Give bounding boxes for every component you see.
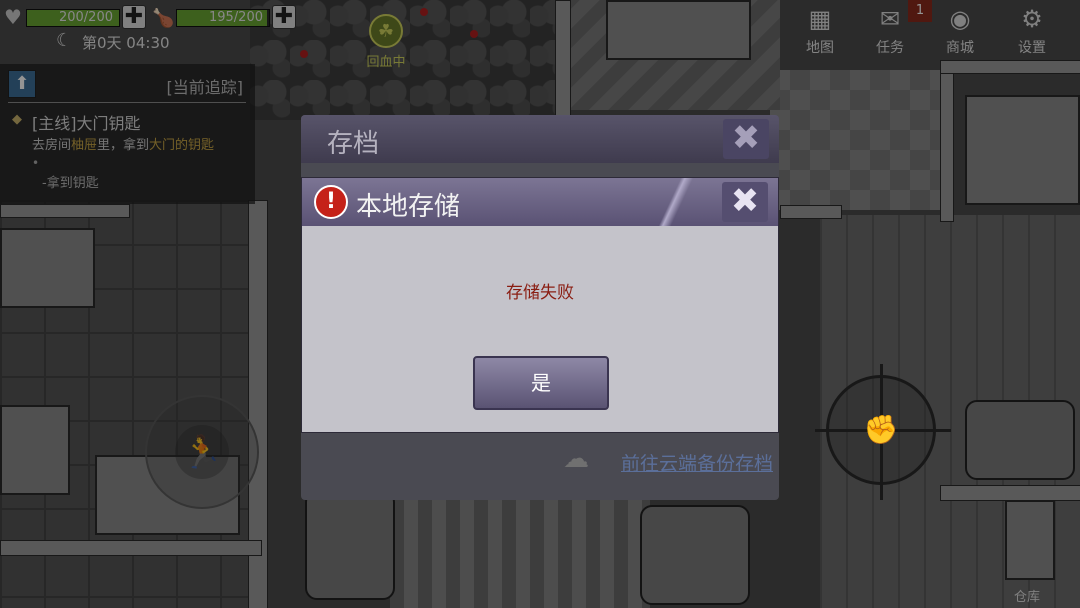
fist-icon: ✊ [863,413,899,446]
save-dialog-header: 存档 ✖ [301,115,779,163]
error-message: 存储失败 [506,283,574,303]
warning-icon: ! [314,185,348,219]
close-icon[interactable]: ✖ [723,119,769,159]
cloud-backup-text[interactable]: 前往云端备份存档 [621,449,773,476]
dialog-title: 本地存储 [356,192,461,222]
yes-button[interactable]: 是 [473,356,609,410]
close-icon[interactable]: ✖ [722,182,768,222]
cloud-upload-icon: ☁ [563,444,589,474]
local-storage-dialog: ! 本地存储 ✖ 存储失败 是 [301,177,779,433]
save-dialog-title: 存档 [327,129,380,159]
dialog-header: ! 本地存储 ✖ [302,178,778,226]
